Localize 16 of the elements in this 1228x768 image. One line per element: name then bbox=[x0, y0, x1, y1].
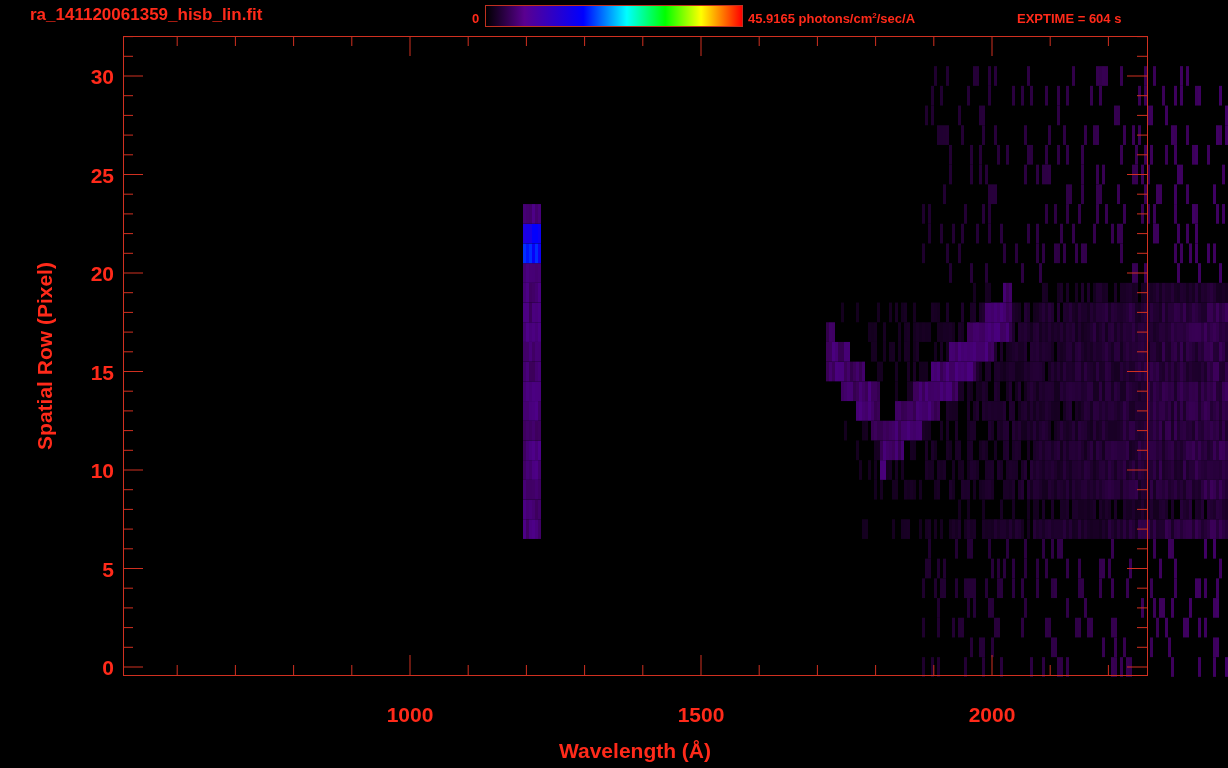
y-tick-label: 0 bbox=[102, 656, 114, 679]
y-tick-label: 15 bbox=[90, 360, 114, 384]
plot-title: ra_141120061359_hisb_lin.fit bbox=[30, 5, 263, 25]
x-tick-label: 1500 bbox=[677, 703, 725, 726]
x-axis-label: Wavelength (Å) bbox=[558, 739, 712, 762]
y-tick-label: 10 bbox=[90, 459, 114, 482]
y-tick-label: 5 bbox=[102, 557, 114, 581]
x-tick-label: 2000 bbox=[968, 703, 1016, 726]
y-tick-label: 25 bbox=[90, 163, 114, 187]
colorbar-max-label: 45.9165 photons/cm$^{2}$/sec/A bbox=[748, 11, 916, 27]
y-axis-label: Spatial Row (Pixel) bbox=[33, 262, 56, 450]
colorbar-min-label: 0 bbox=[472, 11, 480, 26]
y-tick-label: 20 bbox=[90, 262, 114, 285]
exposure-time-label: EXPTIME = 604 s bbox=[1017, 11, 1122, 26]
x-tick-label: 1000 bbox=[386, 703, 434, 726]
y-tick-label: 30 bbox=[90, 65, 114, 88]
